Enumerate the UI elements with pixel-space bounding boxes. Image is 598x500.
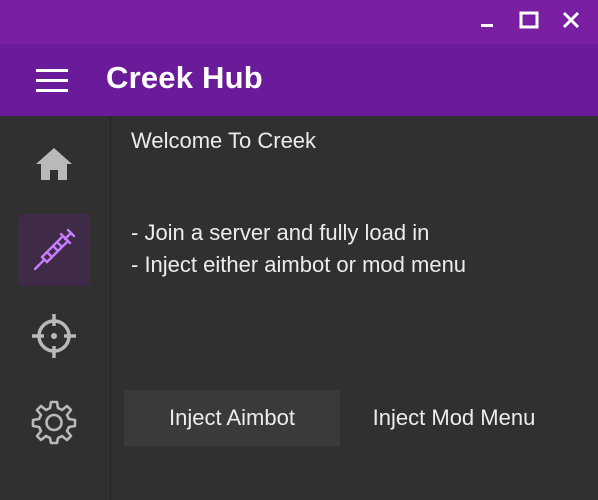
inject-mod-menu-button[interactable]: Inject Mod Menu [344,390,564,446]
app-window: Creek Hub Welcome To Creek - Join a serv… [0,0,598,500]
inject-aimbot-button[interactable]: Inject Aimbot [124,390,340,446]
sidebar-item-settings[interactable] [18,386,90,458]
sidebar [0,116,111,500]
instruction-line: - Join a server and fully load in [131,220,430,245]
hamburger-menu-icon[interactable] [34,66,74,96]
close-icon[interactable] [556,6,586,36]
app-title: Creek Hub [106,60,263,95]
welcome-heading: Welcome To Creek [131,128,317,153]
main-content: Welcome To Creek - Join a server and ful… [111,116,598,500]
title-bar[interactable] [0,0,598,44]
instruction-line: - Inject either aimbot or mod menu [131,252,467,277]
gear-icon [31,400,77,445]
home-icon [36,148,72,180]
sidebar-item-home[interactable] [18,128,90,200]
syringe-icon [33,228,76,271]
app-header: Creek Hub [0,44,598,116]
minimize-icon[interactable] [472,6,502,36]
crosshair-icon [32,314,76,358]
maximize-icon[interactable] [514,6,544,36]
sidebar-item-inject[interactable] [18,214,90,286]
sidebar-item-aim[interactable] [18,300,90,372]
